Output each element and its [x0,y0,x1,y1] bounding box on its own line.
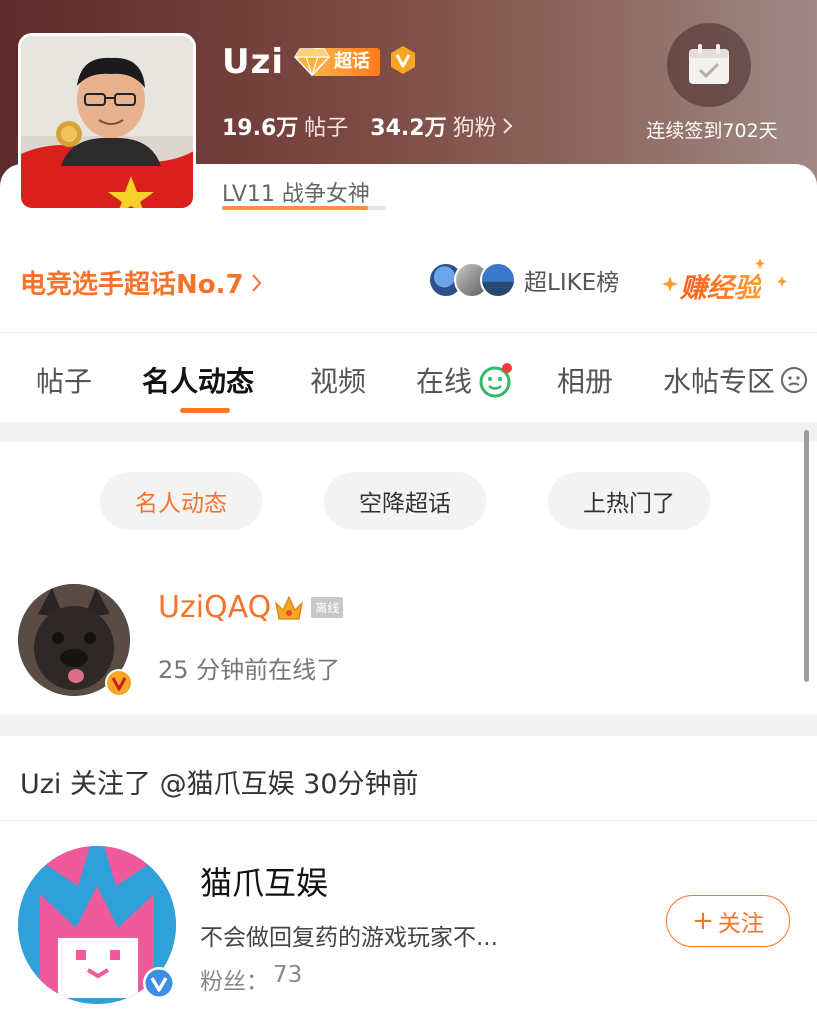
account-name[interactable]: 猫爪互娱 [200,858,328,904]
posts-label: 帖子 [304,116,349,141]
avatar [480,262,516,298]
filter-airdrop-topic[interactable]: 空降超话 [324,472,486,530]
tab-online[interactable]: 在线 [416,360,514,400]
calendar-check-icon [689,44,729,84]
earn-exp-button[interactable]: 赚经验 [662,256,792,306]
fans-link[interactable]: 34.2万 狗粉 [370,110,514,142]
topic-tabs: 帖子 名人动态 视频 在线 相册 水帖专区 [0,334,817,422]
topic-stats: 19.6万 帖子 34.2万 狗粉 [222,110,515,142]
rank-row: 电竞选手超话No.7 超LIKE榜 赚经验 [0,248,817,318]
tab-posts[interactable]: 帖子 [36,360,92,400]
super-like-board-link[interactable]: 超LIKE榜 [428,262,619,298]
follow-button[interactable]: + 关注 [666,895,790,947]
checkin-button[interactable] [667,23,751,107]
topic-title-row: Uzi 超话 [222,40,418,84]
smile-face-icon [479,363,513,398]
tab-online-label: 在线 [416,365,473,398]
tab-celebrity-updates[interactable]: 名人动态 [142,360,254,400]
follow-button-label: 关注 [717,911,764,937]
emoji-icon [781,367,808,393]
verified-v-icon [104,668,134,698]
crown-icon [275,595,304,620]
scrollbar[interactable] [804,430,809,682]
chevron-right-icon [251,273,261,292]
tab-videos[interactable]: 视频 [310,360,366,400]
user-level[interactable]: LV11 战争女神 [222,176,370,208]
divider [0,332,817,333]
account-description: 不会做回复药的游戏玩家不... [200,925,498,951]
filter-trending[interactable]: 上热门了 [548,472,710,530]
earn-exp-label: 赚经验 [680,266,761,305]
account-fans: 粉丝： 73 [200,962,302,996]
like-board-avatars [428,262,516,298]
super-like-board-label: 超LIKE榜 [524,270,620,296]
tab-albums[interactable]: 相册 [557,360,613,400]
category-rank-link[interactable]: 电竞选手超话No.7 [20,264,264,301]
checkin-streak-text: 连续签到702天 [646,120,778,142]
tab-water-posts[interactable]: 水帖专区 [663,360,809,400]
offline-tag: 离线 [311,597,344,618]
online-user-name-row: UziQAQ 离线 [158,590,344,625]
category-rank-label: 电竞选手超话No.7 [20,270,244,300]
account-fans-label: 粉丝： [200,969,269,995]
super-topic-badge[interactable]: 超话 [294,47,381,77]
level-progress-bar [222,206,386,210]
filter-celebrity-updates[interactable]: 名人动态 [100,472,262,530]
plus-icon: + [692,906,714,936]
follow-activity-text: Uzi 关注了 @猫爪互娱 30分钟前 [20,769,419,800]
topic-cover-image[interactable] [18,33,196,211]
topic-name: Uzi [222,42,285,82]
fans-count: 34.2万 [370,116,447,141]
verified-blue-v-icon [142,966,176,1000]
verified-v-icon [388,45,418,79]
tab-water-posts-label: 水帖专区 [663,365,776,398]
section-separator [0,714,817,736]
diamond-icon [294,48,331,77]
section-separator [0,422,817,442]
divider [0,820,817,821]
fans-label: 狗粉 [452,116,497,141]
account-fans-count: 73 [273,962,303,988]
online-user-name[interactable]: UziQAQ [158,590,271,625]
active-tab-indicator [180,408,230,413]
online-status-text: 25 分钟前在线了 [158,656,341,684]
posts-count: 19.6万 [222,116,299,141]
chevron-right-icon [502,118,513,134]
level-progress-fill [222,206,368,210]
